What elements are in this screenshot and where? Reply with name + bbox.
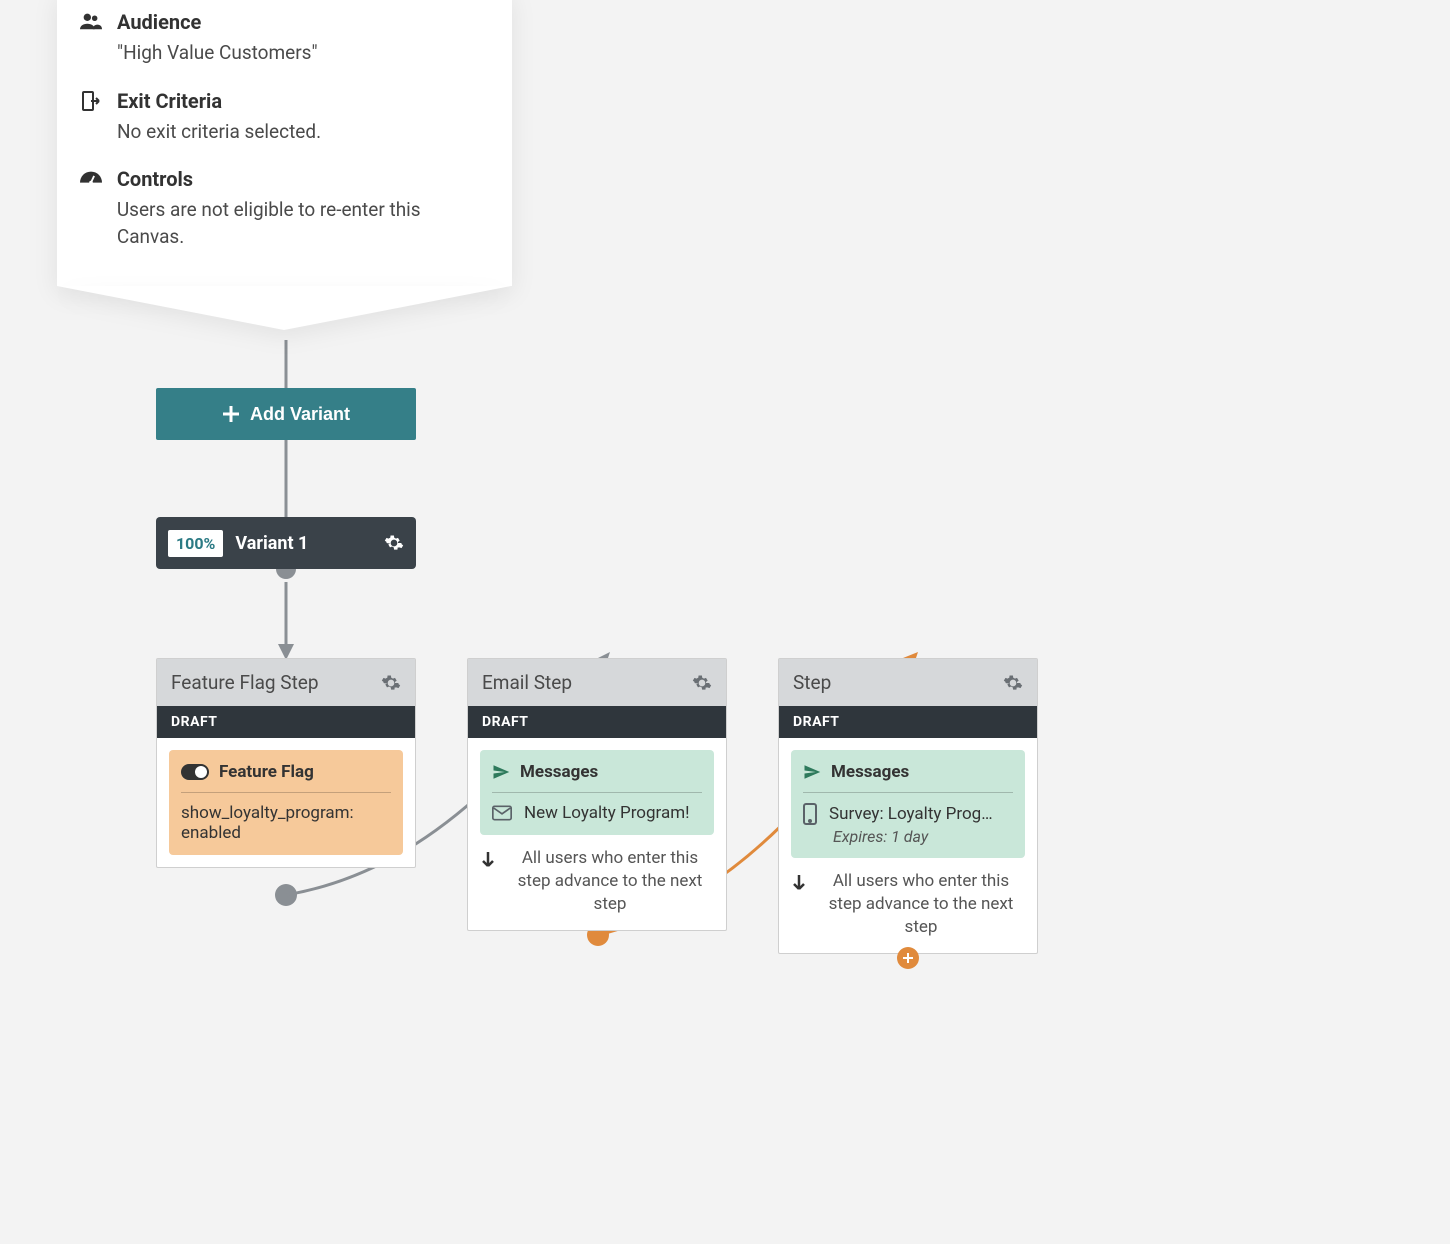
add-variant-button[interactable]: Add Variant (156, 388, 416, 440)
gear-icon[interactable] (381, 673, 401, 693)
feature-flag-block: Feature Flag show_loyalty_program: enabl… (169, 750, 403, 855)
mobile-icon (803, 803, 817, 825)
advance-text: All users who enter this step advance to… (506, 847, 714, 916)
step-header: Step (779, 659, 1037, 706)
controls-value: Users are not eligible to re-enter this … (117, 197, 490, 250)
variant-name: Variant 1 (235, 533, 372, 554)
gear-icon[interactable] (384, 533, 404, 553)
step-header: Email Step (468, 659, 726, 706)
controls-row: Controls Users are not eligible to re-en… (79, 167, 490, 250)
exit-icon (79, 89, 103, 146)
audience-row: Audience "High Value Customers" (79, 10, 490, 67)
message-item: Survey: Loyalty Prog… (829, 804, 993, 824)
audience-value: "High Value Customers" (117, 40, 318, 67)
status-badge: DRAFT (468, 706, 726, 738)
step-title: Step (793, 671, 831, 694)
step-card[interactable]: Step DRAFT Messages Survey: Loyalty Prog… (778, 658, 1038, 954)
exit-row: Exit Criteria No exit criteria selected. (79, 89, 490, 146)
advance-text: All users who enter this step advance to… (817, 870, 1025, 939)
plus-icon (222, 405, 240, 423)
feature-flag-step-card[interactable]: Feature Flag Step DRAFT Feature Flag sho… (156, 658, 416, 868)
toggle-icon (181, 764, 209, 780)
add-step-button[interactable] (897, 947, 919, 969)
messages-block: Messages Survey: Loyalty Prog… Expires: … (791, 750, 1025, 858)
block-heading: Messages (831, 762, 909, 782)
advance-row: All users who enter this step advance to… (779, 870, 1037, 953)
messages-block: Messages New Loyalty Program! (480, 750, 714, 835)
send-icon (492, 763, 510, 781)
block-heading: Feature Flag (219, 762, 314, 782)
step-header: Feature Flag Step (157, 659, 415, 706)
step-title: Feature Flag Step (171, 671, 319, 694)
variant-percent: 100% (168, 530, 223, 557)
add-variant-label: Add Variant (250, 404, 350, 425)
canvas-info-card: Audience "High Value Customers" Exit Cri… (57, 0, 512, 286)
message-item: New Loyalty Program! (524, 803, 690, 823)
email-step-card[interactable]: Email Step DRAFT Messages New Loyalty Pr… (467, 658, 727, 931)
gear-icon[interactable] (692, 673, 712, 693)
arrow-down-icon (480, 847, 496, 916)
exit-label: Exit Criteria (117, 89, 321, 113)
status-badge: DRAFT (157, 706, 415, 738)
block-heading: Messages (520, 762, 598, 782)
expires-text: Expires: 1 day (833, 827, 1013, 846)
variant-chip[interactable]: 100% Variant 1 (156, 517, 416, 569)
controls-label: Controls (117, 167, 490, 191)
exit-value: No exit criteria selected. (117, 119, 321, 146)
audience-label: Audience (117, 10, 318, 34)
advance-row: All users who enter this step advance to… (468, 847, 726, 930)
arrow-down-icon (791, 870, 807, 939)
status-badge: DRAFT (779, 706, 1037, 738)
send-icon (803, 763, 821, 781)
feature-flag-text: show_loyalty_program: enabled (181, 803, 391, 843)
step-title: Email Step (482, 671, 572, 694)
gear-icon[interactable] (1003, 673, 1023, 693)
controls-icon (79, 167, 103, 250)
audience-icon (79, 10, 103, 67)
email-icon (492, 805, 512, 821)
